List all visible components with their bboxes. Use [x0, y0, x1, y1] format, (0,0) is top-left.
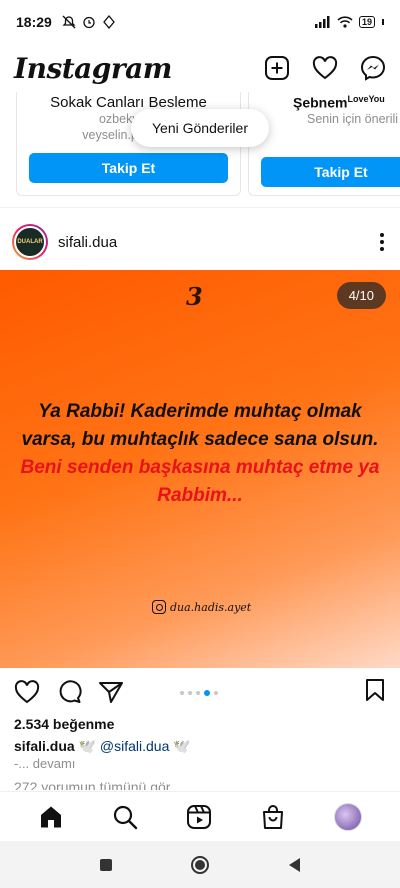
follow-button[interactable]: Takip Et: [261, 157, 400, 187]
instagram-logo[interactable]: Instagram: [14, 52, 172, 85]
new-post-icon[interactable]: [264, 55, 290, 81]
view-comments-link[interactable]: 272 yorumun tümünü gör: [14, 778, 170, 790]
caption-emoji: 🕊️: [78, 738, 97, 754]
avatar-image: DUALAR: [14, 226, 46, 258]
status-right-icons: 19: [314, 16, 384, 28]
home-button[interactable]: [191, 855, 210, 874]
navigation-icon: [102, 15, 115, 29]
like-heart-icon[interactable]: [14, 680, 40, 704]
caption-username[interactable]: sifali.dua: [14, 738, 75, 754]
suggestion-name: ŞebnemLoveYou: [249, 94, 400, 111]
share-icon[interactable]: [98, 680, 124, 704]
likes-count[interactable]: 2.534 beğenme: [14, 716, 114, 732]
watermark: dua.hadis.ayet: [152, 600, 251, 614]
bottom-nav: [0, 791, 400, 841]
more-options-icon[interactable]: [376, 229, 388, 255]
avatar[interactable]: DUALAR: [12, 224, 48, 260]
carousel-dots: [180, 690, 218, 696]
header-actions: [264, 55, 386, 81]
quote-red-tail: Rabbim...: [157, 485, 243, 506]
heart-icon[interactable]: [312, 56, 338, 80]
wifi-icon: [337, 16, 353, 28]
bookmark-icon[interactable]: [364, 678, 386, 702]
carousel-dot: [214, 691, 218, 695]
post-header: DUALAR sifali.dua: [0, 220, 400, 264]
messenger-icon[interactable]: [360, 55, 386, 81]
caption-more-link[interactable]: -... devamı: [14, 756, 75, 771]
status-left-icons: [62, 15, 116, 29]
follow-button[interactable]: Takip Et: [29, 153, 228, 183]
instagram-mini-icon: [152, 600, 166, 614]
carousel-dot: [196, 691, 200, 695]
suggestion-name-main: Şebnem: [293, 94, 348, 111]
slide-number: 3: [186, 282, 203, 311]
carousel-dot: [180, 691, 184, 695]
back-button[interactable]: [289, 857, 301, 872]
reels-icon[interactable]: [186, 804, 212, 830]
new-posts-toast[interactable]: Yeni Gönderiler: [131, 109, 269, 147]
status-time: 18:29: [16, 14, 52, 30]
recents-button[interactable]: [99, 858, 112, 871]
watermark-text: dua.hadis.ayet: [170, 600, 252, 614]
comment-icon[interactable]: [56, 679, 82, 705]
caption-emoji-2: 🕊️: [173, 738, 191, 754]
battery-level: 19: [361, 16, 372, 27]
post-caption: sifali.dua 🕊️ @sifali.dua 🕊️: [14, 738, 191, 755]
battery-icon: 19: [358, 16, 375, 28]
suggestion-card: ŞebnemLoveYou Senin için önerili Takip E…: [248, 92, 400, 196]
post-username[interactable]: sifali.dua: [58, 234, 117, 251]
battery-tip: [382, 19, 384, 25]
avatar-text: DUALAR: [17, 239, 43, 245]
carousel-dot: [188, 691, 192, 695]
app-header: Instagram: [0, 44, 400, 92]
caption-mention[interactable]: @sifali.dua: [100, 738, 169, 754]
post-image[interactable]: 3 4/10 Ya Rabbi! Kaderimde muhtaç olmak …: [0, 270, 400, 668]
quote-black: Ya Rabbi! Kaderimde muhtaç olmak varsa, …: [21, 401, 379, 450]
post-actions: [0, 676, 400, 708]
system-navigation-bar: [0, 841, 400, 888]
signal-icon: [314, 16, 330, 28]
post-quote: Ya Rabbi! Kaderimde muhtaç olmak varsa, …: [18, 398, 382, 510]
home-icon[interactable]: [38, 804, 64, 830]
carousel-counter: 4/10: [336, 282, 386, 309]
status-bar: 18:29 19: [0, 0, 400, 44]
mute-icon: [62, 15, 76, 29]
alarm-icon: [83, 16, 95, 29]
quote-red: Beni senden başkasına muhtaç etme ya: [20, 457, 380, 478]
shop-icon[interactable]: [260, 804, 286, 830]
suggestion-reason: Senin için önerili: [307, 111, 399, 126]
search-icon[interactable]: [112, 804, 138, 830]
profile-avatar[interactable]: [334, 802, 362, 831]
carousel-dot-active: [204, 690, 210, 696]
suggestion-name-sup: LoveYou: [347, 94, 385, 104]
divider: [0, 207, 400, 208]
